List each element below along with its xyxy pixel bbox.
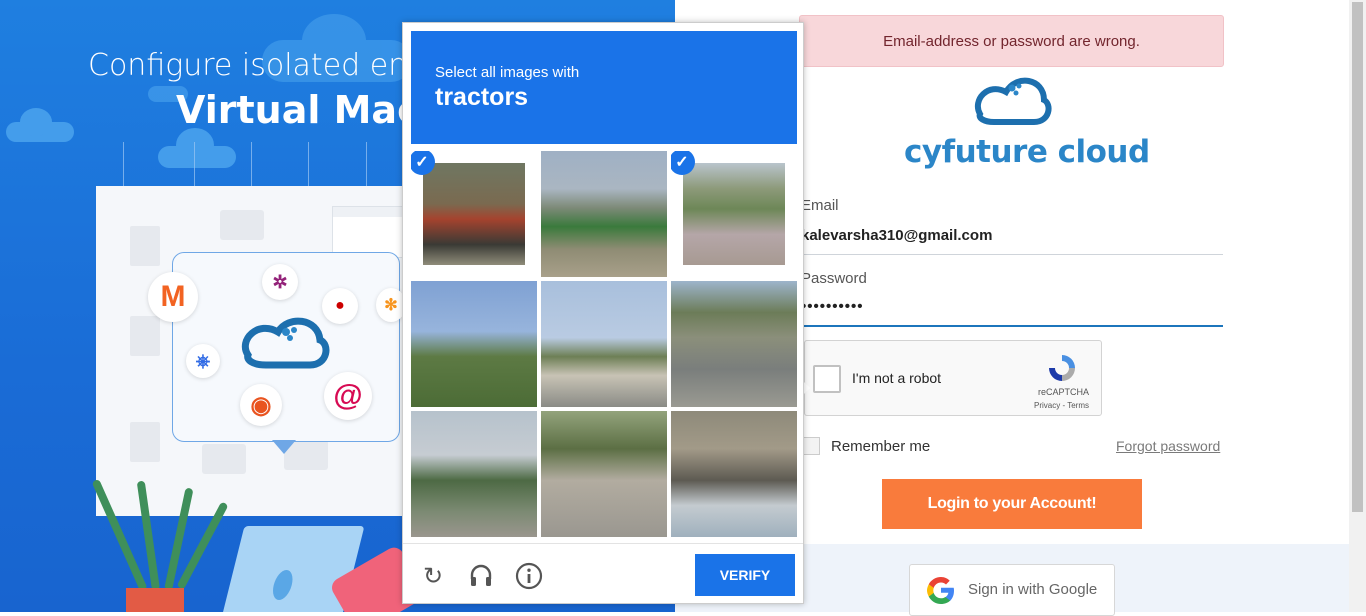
error-alert: Email-address or password are wrong. (799, 15, 1224, 67)
cloud-decoration (6, 108, 74, 142)
audio-challenge-icon[interactable] (467, 562, 495, 590)
magento-icon: M (148, 272, 198, 322)
challenge-tile-8[interactable] (541, 411, 667, 537)
recaptcha-logo-icon (1049, 355, 1075, 381)
reload-icon[interactable]: ↻ (419, 562, 447, 590)
challenge-tile-2[interactable] (541, 151, 667, 277)
challenge-tile-4[interactable] (411, 281, 537, 407)
google-icon (927, 577, 954, 604)
promo-headline: Configure isolated envi (88, 48, 434, 83)
ubuntu-icon: ◉ (240, 384, 282, 426)
info-icon[interactable] (515, 562, 543, 590)
debian-icon: @ (324, 372, 372, 420)
challenge-footer: ↻ VERIFY (403, 543, 803, 604)
challenge-header: Select all images with tractors (411, 31, 797, 144)
recaptcha-checkbox[interactable] (813, 365, 841, 393)
challenge-tile-6[interactable] (671, 281, 797, 407)
remember-me-label: Remember me (831, 438, 931, 455)
email-field[interactable]: kalevarsha310@gmail.com (801, 227, 992, 244)
google-signin-label: Sign in with Google (968, 581, 1098, 598)
email-label: Email (801, 197, 839, 214)
recaptcha-brand: reCAPTCHA (1037, 387, 1089, 397)
scrollbar[interactable] (1349, 0, 1366, 612)
kubernetes-icon: ⎈ (186, 344, 220, 378)
verify-button[interactable]: VERIFY (695, 554, 795, 596)
plant-pot (126, 588, 184, 612)
challenge-target: tractors (435, 83, 529, 111)
cloud-logo-icon (975, 77, 1052, 125)
brand-logo: cyfuture cloud (904, 74, 1150, 178)
recaptcha-widget: I'm not a robot reCAPTCHA Privacy - Term… (804, 340, 1102, 416)
google-signin-button[interactable]: Sign in with Google (909, 564, 1115, 616)
challenge-tile-9[interactable] (671, 411, 797, 537)
brand-name: cyfuture cloud (904, 134, 1150, 170)
recaptcha-links[interactable]: Privacy - Terms (1034, 401, 1089, 410)
remember-me-checkbox[interactable] (802, 437, 820, 455)
challenge-tile-7[interactable] (411, 411, 537, 537)
password-field[interactable]: •••••••••• (801, 298, 864, 315)
centos-icon: ✲ (262, 264, 298, 300)
forgot-password-link[interactable]: Forgot password (1116, 438, 1220, 454)
password-label: Password (801, 270, 867, 287)
challenge-instruction: Select all images with (435, 64, 580, 81)
scrollbar-thumb[interactable] (1352, 2, 1363, 512)
challenge-tile-1[interactable]: ✓ (411, 151, 537, 277)
cloud-decoration (158, 128, 236, 168)
recaptcha-label: I'm not a robot (852, 370, 942, 386)
login-button[interactable]: Login to your Account! (882, 479, 1142, 529)
recaptcha-challenge: Select all images with tractors ✓ ✓ ↻ VE… (402, 22, 804, 604)
challenge-tile-3[interactable]: ✓ (671, 151, 797, 277)
challenge-tile-5[interactable] (541, 281, 667, 407)
cyfuture-cloud-icon (241, 317, 330, 369)
